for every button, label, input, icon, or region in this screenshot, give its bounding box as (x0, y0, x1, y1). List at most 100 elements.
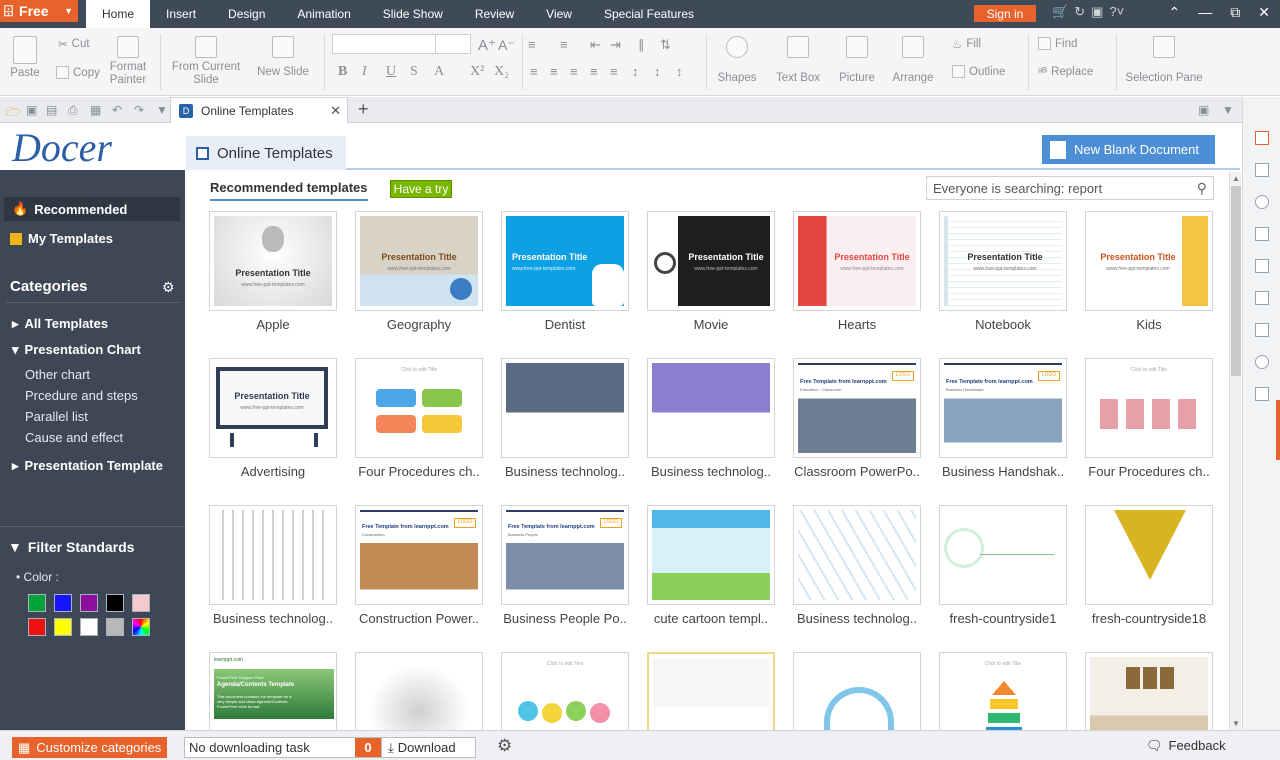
pane-edge-marker[interactable] (1276, 400, 1280, 460)
spacing-icon[interactable]: ↕ (676, 64, 683, 79)
shadow-icon[interactable]: S (410, 64, 418, 80)
new-blank-document-button[interactable]: New Blank Document (1042, 135, 1215, 164)
scroll-down-icon[interactable]: ▼ (1232, 719, 1240, 728)
template-card-advertising[interactable]: Presentation Title www.free-ppt-template… (209, 358, 337, 479)
undo-icon[interactable]: ↶ (112, 103, 122, 117)
bold-icon[interactable]: B (338, 64, 347, 80)
scrollbar-thumb[interactable] (1231, 186, 1241, 376)
line-spacing-icon[interactable]: ↕ (632, 64, 639, 79)
redo-icon[interactable]: ↷ (134, 103, 144, 117)
picture-button[interactable]: Picture (832, 36, 882, 85)
template-thumbnail[interactable]: Presentation Title www.free-ppt-template… (355, 211, 483, 311)
template-caption[interactable]: Business technolog.. (209, 611, 337, 626)
tab-view[interactable]: View (530, 0, 588, 28)
template-thumbnail[interactable] (647, 505, 775, 605)
template-card-four-procedures[interactable]: Click to edit Title Four Procedures ch.. (355, 358, 483, 479)
template-caption[interactable]: Business Handshak.. (939, 464, 1067, 479)
print-icon[interactable]: ⎙ (68, 103, 78, 118)
new-tab-icon[interactable]: + (358, 99, 369, 120)
online-templates-heading-tab[interactable]: Online Templates (186, 136, 346, 170)
shape-pane-icon[interactable] (1255, 355, 1269, 369)
columns-icon[interactable]: ∥ (638, 37, 645, 53)
cart-icon[interactable]: 🛒 (1052, 4, 1068, 20)
template-card-business-technology-3[interactable]: Business technolog.. (209, 505, 337, 626)
restore-icon[interactable]: ⧉ (1230, 4, 1240, 21)
shrink-font-icon[interactable]: A⁻ (498, 37, 515, 54)
template-caption[interactable]: Four Procedures ch.. (1085, 464, 1213, 479)
template-thumbnail[interactable]: Presentation Title www.free-ppt-template… (1085, 211, 1213, 311)
increase-indent-icon[interactable]: ⇥ (610, 37, 621, 53)
color-swatch-green[interactable] (28, 594, 46, 612)
template-thumbnail[interactable]: Click to edit Title (939, 652, 1067, 730)
template-card-cute-cartoon[interactable]: cute cartoon templ.. (647, 505, 775, 626)
find-button[interactable]: Find (1038, 37, 1077, 50)
tab-home[interactable]: Home (86, 0, 151, 28)
color-swatch-white[interactable] (80, 618, 98, 636)
template-card-living-room[interactable] (1085, 652, 1213, 730)
selection-pane-icon[interactable] (1255, 387, 1269, 401)
template-thumbnail[interactable]: Click to edit Text (501, 652, 629, 730)
template-thumbnail[interactable]: Presentation Title www.free-ppt-template… (501, 211, 629, 311)
template-card-fresh-countryside18[interactable]: fresh-countryside18 (1085, 505, 1213, 626)
settings-gear-icon[interactable]: ⚙ (497, 736, 512, 756)
fill-button[interactable]: ♨ Fill (952, 37, 981, 51)
template-caption[interactable]: fresh-countryside18 (1085, 611, 1213, 626)
tab-review[interactable]: Review (459, 0, 530, 28)
template-caption[interactable]: Construction Power.. (355, 611, 483, 626)
tab-insert[interactable]: Insert (150, 0, 212, 28)
outline-button[interactable]: Outline (952, 65, 1005, 78)
template-thumbnail[interactable]: Free Template from learnppt.com Business… (939, 358, 1067, 458)
template-card-fresh-countryside1[interactable]: fresh-countryside1 (939, 505, 1067, 626)
backup-pane-icon[interactable] (1255, 323, 1269, 337)
template-thumbnail[interactable]: Free Template from learnppt.com Construc… (355, 505, 483, 605)
close-tab-icon[interactable]: ✕ (330, 103, 341, 119)
template-thumbnail[interactable] (501, 358, 629, 458)
template-card-classroom[interactable]: Free Template from learnppt.com Educatio… (793, 358, 921, 479)
template-caption[interactable]: Business technolog.. (501, 464, 629, 479)
template-thumbnail[interactable] (793, 652, 921, 730)
color-swatch-yellow[interactable] (54, 618, 72, 636)
template-card-four-procedures-2[interactable]: Click to edit Title Four Procedures ch.. (1085, 358, 1213, 479)
template-card-dentist[interactable]: Presentation Title www.free-ppt-template… (501, 211, 629, 332)
new-document-pane-icon[interactable] (1255, 131, 1269, 145)
category-presentation-template[interactable]: ▸ Presentation Template (12, 458, 163, 474)
gear-icon[interactable]: ⚙ (162, 279, 175, 296)
font-color-icon[interactable]: A (434, 64, 444, 80)
template-thumbnail[interactable] (209, 505, 337, 605)
template-card-city-sketch[interactable] (355, 652, 483, 730)
open-folder-icon[interactable]: 🗁 (6, 103, 21, 124)
template-card-agenda[interactable]: learnppt.com PowerPoint Diagram Pack Age… (209, 652, 337, 730)
template-thumbnail[interactable]: Presentation Title www.free-ppt-template… (209, 211, 337, 311)
subcategory-other-chart[interactable]: Other chart (25, 367, 90, 382)
collapse-ribbon-icon[interactable]: ⌃ (1169, 4, 1181, 21)
save-as-icon[interactable]: ▤ (46, 103, 57, 117)
text-direction-icon[interactable]: ⇅ (660, 37, 671, 53)
template-thumbnail[interactable] (647, 652, 775, 730)
from-current-slide-button[interactable]: From Current Slide (168, 36, 244, 87)
template-caption[interactable]: Advertising (209, 464, 337, 479)
template-card-movie[interactable]: Presentation Title www.free-ppt-template… (647, 211, 775, 332)
template-caption[interactable]: Dentist (501, 317, 629, 332)
replace-button[interactable]: ᵃᴮ Replace (1038, 66, 1093, 78)
template-caption[interactable]: Classroom PowerPo.. (793, 464, 921, 479)
save-icon[interactable]: ▣ (26, 103, 37, 117)
sidebar-item-recommended[interactable]: 🔥 Recommended (4, 197, 180, 221)
minimize-icon[interactable]: — (1198, 4, 1212, 21)
justify-icon[interactable]: ≡ (590, 64, 598, 79)
template-thumbnail[interactable]: Free Template from learnppt.com Business… (501, 505, 629, 605)
template-thumbnail[interactable]: Presentation Title www.free-ppt-template… (647, 211, 775, 311)
template-caption[interactable]: cute cartoon templ.. (647, 611, 775, 626)
template-thumbnail[interactable] (647, 358, 775, 458)
tab-menu-icon[interactable]: ▼ (1222, 103, 1234, 117)
cut-button[interactable]: ✂ Cut (58, 37, 90, 51)
template-card-business-technology-4[interactable]: Business technolog.. (793, 505, 921, 626)
template-caption[interactable]: Notebook (939, 317, 1067, 332)
tab-online-templates[interactable]: D Online Templates ✕ (170, 97, 348, 123)
template-thumbnail[interactable]: Click to edit Title (355, 358, 483, 458)
template-caption[interactable]: Four Procedures ch.. (355, 464, 483, 479)
animation-pane-icon[interactable] (1255, 195, 1269, 209)
download-button[interactable]: ⤓ Download (381, 738, 456, 757)
template-card-green-wave[interactable] (647, 652, 775, 730)
template-card-notebook[interactable]: Presentation Title www.free-ppt-template… (939, 211, 1067, 332)
template-caption[interactable]: Geography (355, 317, 483, 332)
